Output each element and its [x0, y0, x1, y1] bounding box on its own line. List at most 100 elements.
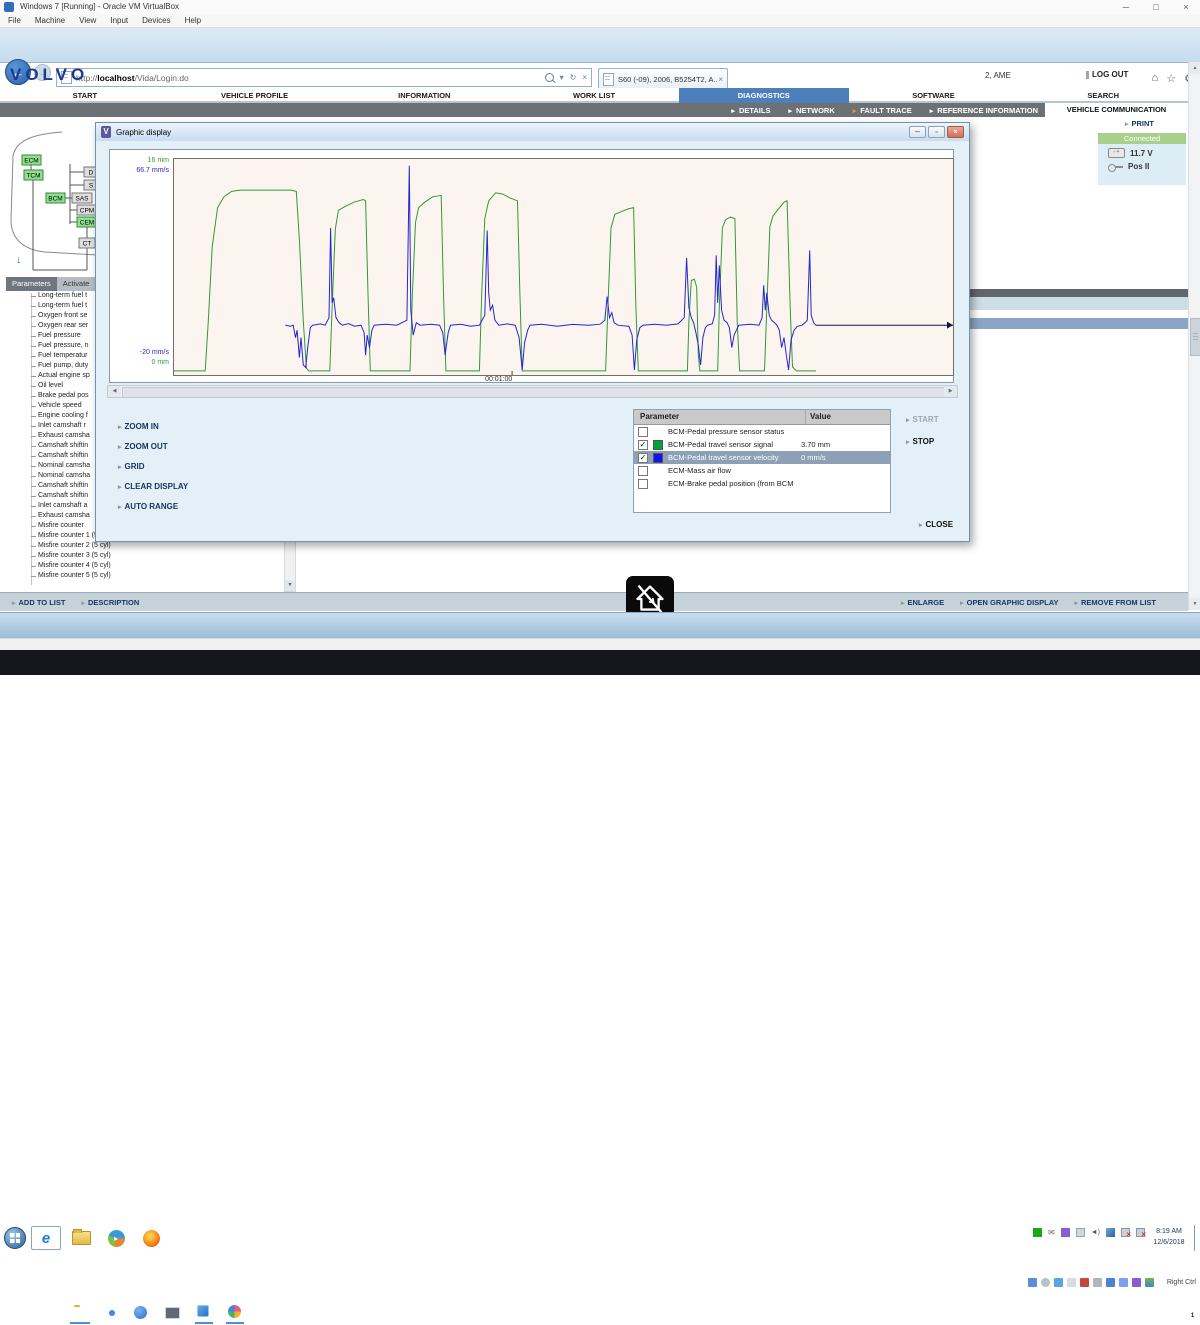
volume-muted-icon[interactable]	[1120, 1308, 1132, 1318]
tray-battery-icon[interactable]	[1076, 1228, 1085, 1237]
module-tcm[interactable]: TCM	[26, 173, 40, 180]
dialog-maximize-button[interactable]: ▫	[928, 126, 945, 138]
subnav-item[interactable]: REFERENCE INFORMATION	[930, 106, 1038, 115]
nav-tab[interactable]: WORK LIST	[509, 88, 679, 103]
show-desktop-button[interactable]	[1194, 1225, 1200, 1251]
menu-item[interactable]: Input	[110, 16, 128, 25]
search-icon[interactable]	[545, 73, 554, 82]
stop-button[interactable]: STOP	[906, 437, 934, 446]
scroll-down-arrow-icon[interactable]: ↓	[16, 254, 22, 266]
usb-icon[interactable]	[1067, 1278, 1076, 1287]
chart-control-button[interactable]: GRID	[118, 462, 145, 471]
subnav-item[interactable]: FAULT TRACE	[853, 106, 912, 115]
scroll-left-icon[interactable]: ◀	[108, 386, 121, 397]
close-button[interactable]: ×	[1174, 1, 1198, 13]
menu-item[interactable]: Help	[185, 16, 201, 25]
menu-item[interactable]: Machine	[35, 16, 65, 25]
parameter-tree-item[interactable]: Misfire counter 3 (5 cyl)	[0, 551, 285, 561]
scroll-up-icon[interactable]: ▲	[1189, 62, 1200, 74]
tray-virtualbox-icon[interactable]	[1106, 1228, 1115, 1237]
chart-horizontal-scrollbar[interactable]: ◀ ▶	[107, 385, 958, 398]
chart-control-button[interactable]: ZOOM OUT	[118, 442, 168, 451]
parameter-checkbox[interactable]	[638, 427, 648, 437]
menu-item[interactable]: File	[8, 16, 21, 25]
parameter-tree-item[interactable]: Misfire counter 5 (5 cyl)	[0, 571, 285, 581]
guest-clock[interactable]: 8:19 AM 12/6/2018	[1146, 1226, 1192, 1248]
parameter-row[interactable]: BCM-Pedal pressure sensor status	[634, 425, 890, 438]
nav-tab[interactable]: SOFTWARE	[849, 88, 1019, 103]
scroll-right-icon[interactable]: ▶	[944, 386, 957, 397]
scroll-down-icon[interactable]: ▼	[1189, 598, 1200, 610]
subnav-item[interactable]: DETAILS	[731, 106, 770, 115]
recording-icon[interactable]	[1119, 1278, 1128, 1287]
tray-app-icon[interactable]	[1061, 1228, 1070, 1237]
globe-app-icon[interactable]	[134, 1306, 147, 1319]
maximize-button[interactable]: □	[1144, 1, 1168, 13]
optical-disk-icon[interactable]	[1041, 1278, 1050, 1287]
parameter-row[interactable]: BCM-Pedal travel sensor velocity 0 mm/s	[634, 451, 890, 464]
mouse-integration-icon[interactable]	[1145, 1278, 1154, 1287]
logout-button[interactable]: LOG OUT	[1086, 70, 1128, 79]
language-indicator[interactable]: ʀᴿ	[1031, 1309, 1038, 1316]
dialog-minimize-button[interactable]: ─	[909, 126, 926, 138]
tab-close-icon[interactable]: ×	[718, 75, 723, 84]
chart-control-button[interactable]: AUTO RANGE	[118, 502, 178, 511]
minimize-button[interactable]: ─	[1114, 1, 1138, 13]
module-bcm[interactable]: BCM	[48, 196, 62, 203]
start-orb[interactable]	[4, 1227, 26, 1249]
refresh-icon[interactable]: ↻	[570, 73, 577, 82]
tray-status-icon[interactable]	[1033, 1228, 1042, 1237]
paint-app-icon[interactable]	[228, 1305, 241, 1318]
nav-tab[interactable]: VEHICLE PROFILE	[170, 88, 340, 103]
parameter-row[interactable]: ECM-Brake pedal position (from BCM)	[634, 477, 890, 490]
action-button[interactable]: DESCRIPTION	[81, 598, 139, 607]
hard-disk-icon[interactable]	[1028, 1278, 1037, 1287]
address-bar[interactable]: http://localhost/Vida/Login.do ▾ ↻ ×	[56, 68, 592, 87]
module-cpm[interactable]: CPM	[80, 208, 94, 215]
window-tray-icon[interactable]: ❒	[1060, 1308, 1067, 1317]
page-scrollbar[interactable]: ▲ ▼	[1188, 62, 1200, 610]
firefox-taskbar-icon[interactable]	[136, 1226, 166, 1250]
start-button[interactable]: START	[906, 415, 939, 424]
parameter-checkbox[interactable]	[638, 453, 648, 463]
clipboard-icon[interactable]	[1093, 1278, 1102, 1287]
menu-item[interactable]: View	[79, 16, 96, 25]
search-dropdown-icon[interactable]: ▾	[560, 73, 564, 82]
host-clock[interactable]: 8:19 AM 12/6/2018	[1141, 1303, 1172, 1323]
action-button[interactable]: ENLARGE	[901, 598, 944, 607]
module-ecm[interactable]: ECM	[24, 158, 38, 165]
module-ct[interactable]: CT	[83, 241, 92, 248]
parameter-checkbox[interactable]	[638, 466, 648, 476]
stop-icon[interactable]: ×	[582, 73, 587, 82]
network-icon[interactable]	[1054, 1278, 1063, 1287]
action-button[interactable]: ADD TO LIST	[12, 598, 65, 607]
show-hidden-icons-chevron[interactable]: ^	[1047, 1308, 1051, 1317]
parameter-checkbox[interactable]	[638, 440, 648, 450]
shared-folders-icon[interactable]	[1080, 1278, 1089, 1287]
task-view-button[interactable]	[44, 1305, 46, 1316]
favorites-star-icon[interactable]: ☆	[1166, 72, 1176, 85]
scroll-down-icon[interactable]: ▼	[285, 580, 295, 591]
menu-item[interactable]: Devices	[142, 16, 170, 25]
chart-control-button[interactable]: CLEAR DISPLAY	[118, 482, 188, 491]
remote-desktop-icon[interactable]	[165, 1307, 180, 1319]
parameter-tree-item[interactable]: Misfire counter 4 (5 cyl)	[0, 561, 285, 571]
module-d[interactable]: D	[89, 170, 94, 177]
parameter-checkbox[interactable]	[638, 479, 648, 489]
scrollbar-thumb[interactable]	[1190, 318, 1200, 356]
tray-mail-icon[interactable]: ✉	[1048, 1228, 1055, 1237]
print-button[interactable]: PRINT	[1125, 119, 1154, 128]
tab-vehicle-communication[interactable]: VEHICLE COMMUNICATION	[1045, 103, 1188, 117]
parameter-row[interactable]: ECM-Mass air flow	[634, 464, 890, 477]
file-explorer-taskbar-icon[interactable]	[66, 1226, 96, 1250]
nav-tab[interactable]: INFORMATION	[339, 88, 509, 103]
display-icon[interactable]	[1106, 1278, 1115, 1287]
nav-tab[interactable]: DIAGNOSTICS	[679, 88, 849, 103]
home-icon[interactable]: ⌂	[1152, 72, 1159, 85]
action-button[interactable]: REMOVE FROM LIST	[1074, 598, 1156, 607]
tray-volume-icon[interactable]: ◄)	[1091, 1229, 1100, 1236]
module-s[interactable]: S	[89, 183, 94, 190]
start-button[interactable]	[12, 1306, 23, 1317]
tray-network-disconnected-icon[interactable]	[1121, 1228, 1130, 1237]
nav-tab[interactable]: SEARCH	[1018, 88, 1188, 103]
